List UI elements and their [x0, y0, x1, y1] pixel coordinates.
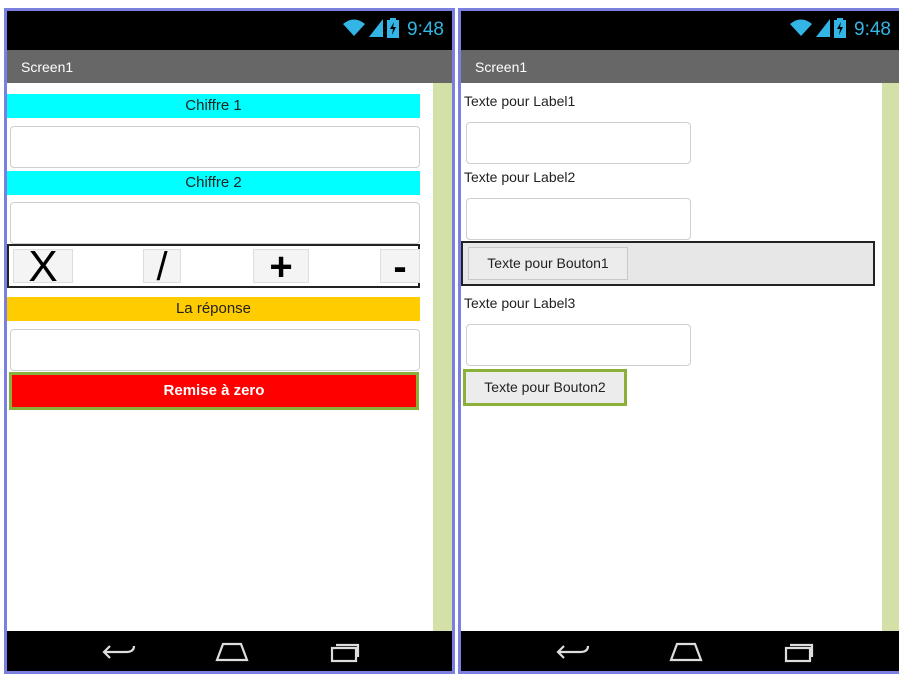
- phone-frame-calculator: 9:48 Screen1 Chiffre 1 Chiffre 2 X / + -…: [4, 8, 455, 674]
- subtract-button[interactable]: -: [380, 247, 420, 287]
- battery-charging-icon: [834, 17, 847, 43]
- label-chiffre-2: Chiffre 2: [7, 171, 420, 195]
- screen-content: Texte pour Label1 Texte pour Label2 Text…: [461, 83, 899, 631]
- recents-icon[interactable]: [325, 640, 365, 664]
- screen-content: Chiffre 1 Chiffre 2 X / + - La réponse R…: [7, 83, 452, 631]
- divide-button[interactable]: /: [143, 247, 181, 287]
- recents-icon[interactable]: [779, 640, 819, 664]
- textbox-2[interactable]: [466, 198, 691, 240]
- label-2: Texte pour Label2: [464, 169, 576, 185]
- signal-icon: [369, 18, 384, 42]
- nav-bar: [7, 631, 452, 671]
- add-button[interactable]: +: [253, 247, 309, 287]
- screen-title: Screen1: [7, 50, 452, 83]
- label-answer: La réponse: [7, 297, 420, 321]
- status-bar: 9:48: [7, 11, 452, 50]
- answer-field[interactable]: [10, 329, 420, 371]
- label-1: Texte pour Label1: [464, 93, 576, 109]
- status-time: 9:48: [407, 19, 444, 40]
- nav-bar: [461, 631, 899, 671]
- textbox-1[interactable]: [466, 122, 691, 164]
- input-chiffre-2[interactable]: [10, 202, 420, 244]
- back-icon[interactable]: [553, 640, 593, 664]
- wifi-icon: [790, 19, 813, 42]
- bouton2-button[interactable]: Texte pour Bouton2: [463, 369, 627, 406]
- input-chiffre-1[interactable]: [10, 126, 420, 168]
- operators-row: X / + -: [7, 244, 420, 289]
- label-3: Texte pour Label3: [464, 295, 576, 311]
- status-time: 9:48: [854, 19, 891, 40]
- label-chiffre-1: Chiffre 1: [7, 94, 420, 118]
- scroll-strip: [882, 83, 899, 631]
- wifi-icon: [343, 19, 366, 42]
- home-icon[interactable]: [212, 640, 252, 664]
- button-row: Texte pour Bouton1: [461, 241, 875, 286]
- screen-title: Screen1: [461, 50, 899, 83]
- bouton1-button[interactable]: Texte pour Bouton1: [468, 247, 628, 280]
- back-icon[interactable]: [99, 640, 139, 664]
- scroll-strip: [433, 83, 452, 631]
- multiply-button[interactable]: X: [13, 245, 73, 289]
- status-bar: 9:48: [461, 11, 899, 50]
- home-icon[interactable]: [666, 640, 706, 664]
- reset-button[interactable]: Remise à zero: [9, 372, 419, 410]
- battery-charging-icon: [387, 17, 400, 43]
- phone-frame-default: 9:48 Screen1 Texte pour Label1 Texte pou…: [458, 8, 899, 674]
- textbox-3[interactable]: [466, 324, 691, 366]
- signal-icon: [816, 18, 831, 42]
